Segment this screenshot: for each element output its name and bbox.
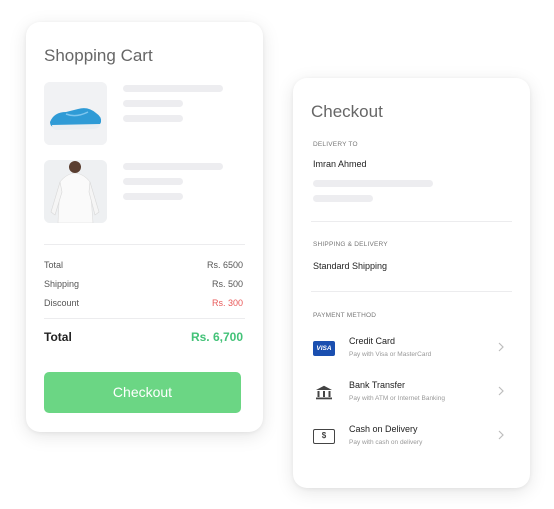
payment-option-name: Credit Card	[349, 336, 396, 346]
cash-icon: $	[313, 429, 335, 444]
shipping-delivery-label: SHIPPING & DELIVERY	[313, 241, 388, 248]
payment-option-bank-transfer[interactable]: Bank Transfer Pay with ATM or Internet B…	[311, 378, 512, 412]
item-detail-placeholder	[123, 178, 183, 185]
chevron-right-icon	[498, 342, 504, 352]
item-price-placeholder	[123, 115, 183, 122]
item-price-placeholder	[123, 193, 183, 200]
checkout-button[interactable]: Checkout	[44, 372, 241, 413]
summary-value: Rs. 500	[211, 279, 243, 289]
shipping-method-value[interactable]: Standard Shipping	[313, 261, 387, 271]
payment-option-credit-card[interactable]: VISA Credit Card Pay with Visa or Master…	[311, 334, 512, 368]
chevron-right-icon	[498, 386, 504, 396]
grand-total-value: Rs. 6,700	[190, 330, 243, 344]
divider	[311, 221, 512, 222]
chevron-right-icon	[498, 430, 504, 440]
payment-method-label: PAYMENT METHOD	[313, 312, 377, 319]
visa-card-icon: VISA	[313, 341, 335, 356]
shopping-cart-card: Shopping Cart Total Rs. 6500 Shipping Rs…	[26, 22, 263, 432]
payment-option-subtext: Pay with Visa or MasterCard	[349, 351, 432, 358]
checkout-title: Checkout	[311, 102, 383, 121]
summary-label: Shipping	[44, 279, 80, 289]
grand-total-label: Total	[44, 330, 72, 344]
address-placeholder	[313, 195, 373, 202]
summary-value: Rs. 6500	[206, 260, 243, 270]
item-detail-placeholder	[123, 100, 183, 107]
payment-option-cash-on-delivery[interactable]: $ Cash on Delivery Pay with cash on deli…	[311, 422, 512, 456]
delivery-name: Imran Ahmed	[313, 159, 367, 169]
payment-option-name: Cash on Delivery	[349, 424, 418, 434]
checkout-card: Checkout DELIVERY TO Imran Ahmed SHIPPIN…	[293, 78, 530, 488]
payment-option-name: Bank Transfer	[349, 380, 406, 390]
address-placeholder	[313, 180, 433, 187]
discount-value: Rs. 300	[211, 298, 243, 308]
item-name-placeholder	[123, 163, 223, 170]
summary-label: Discount	[44, 298, 80, 308]
summary-label: Total	[44, 260, 64, 270]
bank-icon	[316, 385, 332, 400]
cart-title: Shopping Cart	[44, 46, 153, 65]
divider	[311, 291, 512, 292]
sneaker-image[interactable]	[44, 82, 107, 145]
item-name-placeholder	[123, 85, 223, 92]
payment-option-subtext: Pay with ATM or Internet Banking	[349, 395, 445, 402]
delivery-to-label: DELIVERY TO	[313, 141, 358, 148]
payment-option-subtext: Pay with cash on delivery	[349, 439, 423, 446]
divider	[44, 244, 245, 245]
divider	[44, 318, 245, 319]
tshirt-image[interactable]	[44, 160, 107, 223]
